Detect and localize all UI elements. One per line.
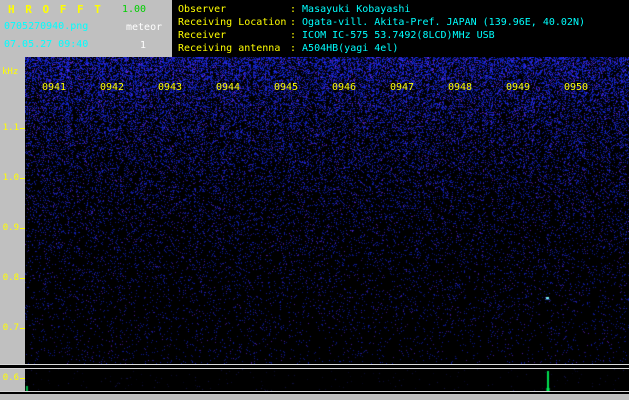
info-label: Receiving antenna: [178, 43, 281, 54]
x-tick-label: 0948: [447, 82, 473, 93]
y-tick-label: 1.1: [2, 123, 19, 133]
info-row-location: Receiving Location: Ogata-vill. Akita-Pre…: [178, 16, 629, 29]
x-tick-label: 0942: [99, 82, 125, 93]
signal-level-canvas: [25, 369, 629, 391]
y-tick-label: 0.9: [2, 223, 19, 233]
info-label: Receiving Location: [178, 17, 287, 28]
x-tick-label: 0943: [157, 82, 183, 93]
y-tick-label: 0.6: [2, 373, 19, 383]
y-tick-label: 0.7: [2, 323, 19, 333]
datetime-label: 07.05.27 09:40: [4, 39, 89, 50]
app-header: H R O F F T 1.00 0705270940.png meteor 0…: [0, 0, 172, 57]
count-label: 1: [140, 40, 147, 51]
x-tick-label: 0944: [215, 82, 241, 93]
y-tick-label: 0.8: [2, 273, 19, 283]
app-version: 1.00: [122, 4, 147, 15]
output-filename: 0705270940.png: [4, 21, 89, 32]
info-separator: :: [290, 17, 297, 28]
info-value: ICOM IC-575 53.7492(8LCD)MHz USB: [302, 30, 495, 41]
x-tick-label: 0941: [41, 82, 67, 93]
info-row-observer: Observer: Masayuki Kobayashi: [178, 3, 629, 16]
info-value: A504HB(yagi 4el): [302, 43, 399, 54]
x-tick-label: 0947: [389, 82, 415, 93]
observation-info: Observer: Masayuki Kobayashi Receiving Lo…: [172, 0, 629, 57]
mode-label: meteor: [126, 22, 163, 33]
info-separator: :: [290, 4, 297, 15]
info-separator: :: [290, 30, 297, 41]
hrofft-screen: H R O F F T 1.00 0705270940.png meteor 0…: [0, 0, 629, 400]
x-tick-label: 0945: [273, 82, 299, 93]
info-row-receiver: Receiver: ICOM IC-575 53.7492(8LCD)MHz US…: [178, 29, 629, 42]
y-tick-label: 1.0: [2, 173, 19, 183]
y-axis-unit: kHz: [2, 67, 19, 77]
info-value: Masayuki Kobayashi: [302, 4, 411, 15]
spectrogram: 0941 0942 0943 0944 0945 0946 0947 0948 …: [25, 57, 629, 364]
info-label: Receiver: [178, 30, 227, 41]
info-value: Ogata-vill. Akita-Pref. JAPAN (139.96E, …: [302, 17, 585, 28]
info-separator: :: [290, 43, 297, 54]
x-tick-label: 0946: [331, 82, 357, 93]
signal-level-strip: [25, 369, 629, 391]
y-axis: kHz 1.1 1.0 0.9 0.8 0.7 0.6: [0, 57, 25, 400]
x-tick-label: 0950: [563, 82, 589, 93]
x-tick-label: 0949: [505, 82, 531, 93]
info-row-antenna: Receiving antenna: A504HB(yagi 4el): [178, 42, 629, 55]
strip-bottom-band: [0, 392, 629, 394]
spectrogram-canvas: [25, 57, 629, 364]
info-label: Observer: [178, 4, 227, 15]
app-title: H R O F F T: [8, 3, 103, 16]
